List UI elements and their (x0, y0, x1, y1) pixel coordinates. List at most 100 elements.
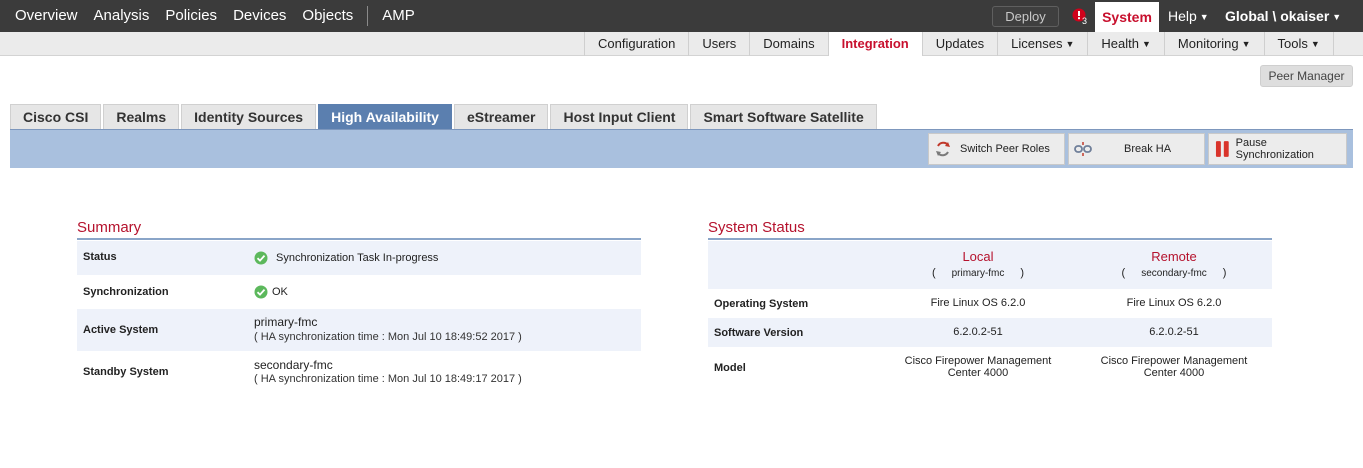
system-status-title: System Status (708, 219, 805, 236)
ha-toolbar: Switch Peer Roles Break HA Pause Synchro… (10, 129, 1353, 168)
nav-amp[interactable]: AMP (374, 0, 423, 32)
operating-system-local: Fire Linux OS 6.2.0 (930, 297, 1026, 309)
subnav-domains[interactable]: Domains (749, 32, 827, 56)
nav-policies[interactable]: Policies (157, 0, 225, 32)
operating-system-remote: Fire Linux OS 6.2.0 (1126, 297, 1222, 309)
model-local: Cisco Firepower Management Center 4000 (888, 355, 1068, 379)
subnav-health-label: Health (1101, 36, 1139, 51)
system-status-row-os: Operating System Fire Linux OS 6.2.0 Fir… (708, 289, 1272, 318)
local-hostname: (primary-fmc) (931, 267, 1025, 279)
system-status-row-model: Model Cisco Firepower Management Center … (708, 347, 1272, 389)
chevron-down-icon: ▼ (1332, 12, 1342, 22)
chevron-down-icon: ▼ (1310, 39, 1320, 49)
check-circle-icon (254, 285, 268, 299)
system-status-header-row: Local (primary-fmc) Remote (secondary-fm… (708, 241, 1272, 289)
subnav-users[interactable]: Users (688, 32, 749, 56)
model-remote: Cisco Firepower Management Center 4000 (1084, 355, 1264, 379)
standby-system-sync-time: ( HA synchronization time : Mon Jul 10 1… (254, 373, 522, 385)
peer-manager-button[interactable]: Peer Manager (1260, 65, 1353, 87)
subnav-configuration[interactable]: Configuration (584, 32, 688, 56)
standby-system-label: Standby System (83, 366, 169, 378)
break-ha-button[interactable]: Break HA (1068, 133, 1205, 165)
chevron-down-icon: ▼ (1065, 39, 1075, 49)
summary-row-status: Status Synchronization Task In-progress (77, 241, 641, 275)
pause-synchronization-button[interactable]: Pause Synchronization (1208, 133, 1347, 165)
nav-divider (367, 6, 369, 26)
summary-row-active-system: Active System primary-fmc ( HA synchroni… (77, 309, 641, 351)
model-local-line2: Center 4000 (947, 367, 1009, 379)
check-circle-icon (254, 251, 268, 265)
deploy-button[interactable]: Deploy (992, 6, 1059, 27)
subnav-monitoring-label: Monitoring (1177, 36, 1239, 51)
remote-hostname-text: secondary-fmc (1141, 268, 1207, 279)
model-remote-line2: Center 4000 (1143, 367, 1205, 379)
standby-system-host: secondary-fmc (254, 358, 333, 372)
subnav-tools[interactable]: Tools ▼ (1263, 32, 1334, 56)
synchronization-value-text: OK (272, 286, 288, 298)
switch-roles-icon (936, 141, 950, 157)
subnav-integration[interactable]: Integration (827, 32, 922, 56)
chevron-down-icon: ▼ (1141, 39, 1151, 49)
nav-overview[interactable]: Overview (0, 0, 86, 32)
subnav-health[interactable]: Health ▼ (1087, 32, 1164, 56)
operating-system-label: Operating System (714, 298, 809, 310)
model-local-line1: Cisco Firepower Management (904, 355, 1052, 367)
nav-devices[interactable]: Devices (225, 0, 294, 32)
subnav-licenses[interactable]: Licenses ▼ (997, 32, 1087, 56)
tab-smart-software-satellite[interactable]: Smart Software Satellite (690, 104, 877, 129)
nav-objects[interactable]: Objects (294, 0, 361, 32)
pause-icon (1215, 141, 1229, 157)
top-navigation-bar: Overview Analysis Policies Devices Objec… (0, 0, 1363, 32)
system-subnav: Configuration Users Domains Integration … (584, 32, 1334, 56)
switch-peer-roles-button[interactable]: Switch Peer Roles (928, 133, 1065, 165)
integration-tabs: Cisco CSI Realms Identity Sources High A… (10, 104, 879, 129)
software-version-remote: 6.2.0.2-51 (1149, 326, 1199, 338)
system-status-divider (708, 238, 1272, 240)
chevron-down-icon: ▼ (1241, 39, 1251, 49)
status-label: Status (83, 251, 117, 263)
tab-host-input-client[interactable]: Host Input Client (550, 104, 689, 129)
remote-title: Remote (1151, 249, 1197, 264)
local-column-header: Local (primary-fmc) (888, 249, 1068, 279)
help-menu[interactable]: Help ▼ (1168, 0, 1209, 34)
subnav-monitoring[interactable]: Monitoring ▼ (1163, 32, 1264, 56)
subnav-tools-label: Tools (1277, 36, 1308, 51)
status-value-text: Synchronization Task In-progress (276, 252, 439, 264)
status-value: Synchronization Task In-progress (254, 250, 438, 265)
tab-high-availability[interactable]: High Availability (318, 104, 452, 129)
local-title: Local (962, 249, 994, 264)
primary-nav: Overview Analysis Policies Devices Objec… (0, 0, 423, 32)
tab-estreamer[interactable]: eStreamer (453, 104, 549, 129)
tab-realms[interactable]: Realms (103, 104, 180, 129)
active-system-label: Active System (83, 324, 159, 336)
tab-cisco-csi[interactable]: Cisco CSI (10, 104, 102, 129)
summary-title: Summary (77, 219, 142, 236)
synchronization-label: Synchronization (83, 286, 169, 298)
active-system-sync-time: ( HA synchronization time : Mon Jul 10 1… (254, 331, 522, 343)
summary-divider (77, 238, 641, 240)
system-menu-tab[interactable]: System (1095, 2, 1159, 32)
help-menu-label: Help (1168, 8, 1197, 24)
nav-analysis[interactable]: Analysis (86, 0, 158, 32)
summary-row-synchronization: Synchronization OK (77, 275, 641, 309)
alert-count-badge: 3 (1082, 16, 1088, 26)
break-ha-label: Break HA (1124, 143, 1172, 155)
local-hostname-text: primary-fmc (951, 268, 1005, 279)
subnav-updates[interactable]: Updates (921, 32, 997, 56)
switch-peer-roles-label: Switch Peer Roles (960, 143, 1050, 155)
user-domain-label: Global \ okaiser (1225, 8, 1330, 24)
tab-identity-sources[interactable]: Identity Sources (181, 104, 317, 129)
remote-column-header: Remote (secondary-fmc) (1084, 249, 1264, 279)
software-version-local: 6.2.0.2-51 (953, 326, 1003, 338)
user-domain-menu[interactable]: Global \ okaiser ▼ (1225, 0, 1341, 34)
chevron-down-icon: ▼ (1199, 12, 1209, 22)
model-remote-line1: Cisco Firepower Management (1100, 355, 1248, 367)
pause-synchronization-label: Pause Synchronization (1235, 137, 1314, 161)
remote-hostname: (secondary-fmc) (1121, 267, 1227, 279)
model-label: Model (714, 362, 746, 374)
system-subnav-bar: Configuration Users Domains Integration … (0, 32, 1363, 56)
software-version-label: Software Version (714, 327, 804, 339)
break-link-icon (1074, 142, 1092, 156)
synchronization-value: OK (254, 284, 288, 299)
active-system-host: primary-fmc (254, 315, 318, 329)
